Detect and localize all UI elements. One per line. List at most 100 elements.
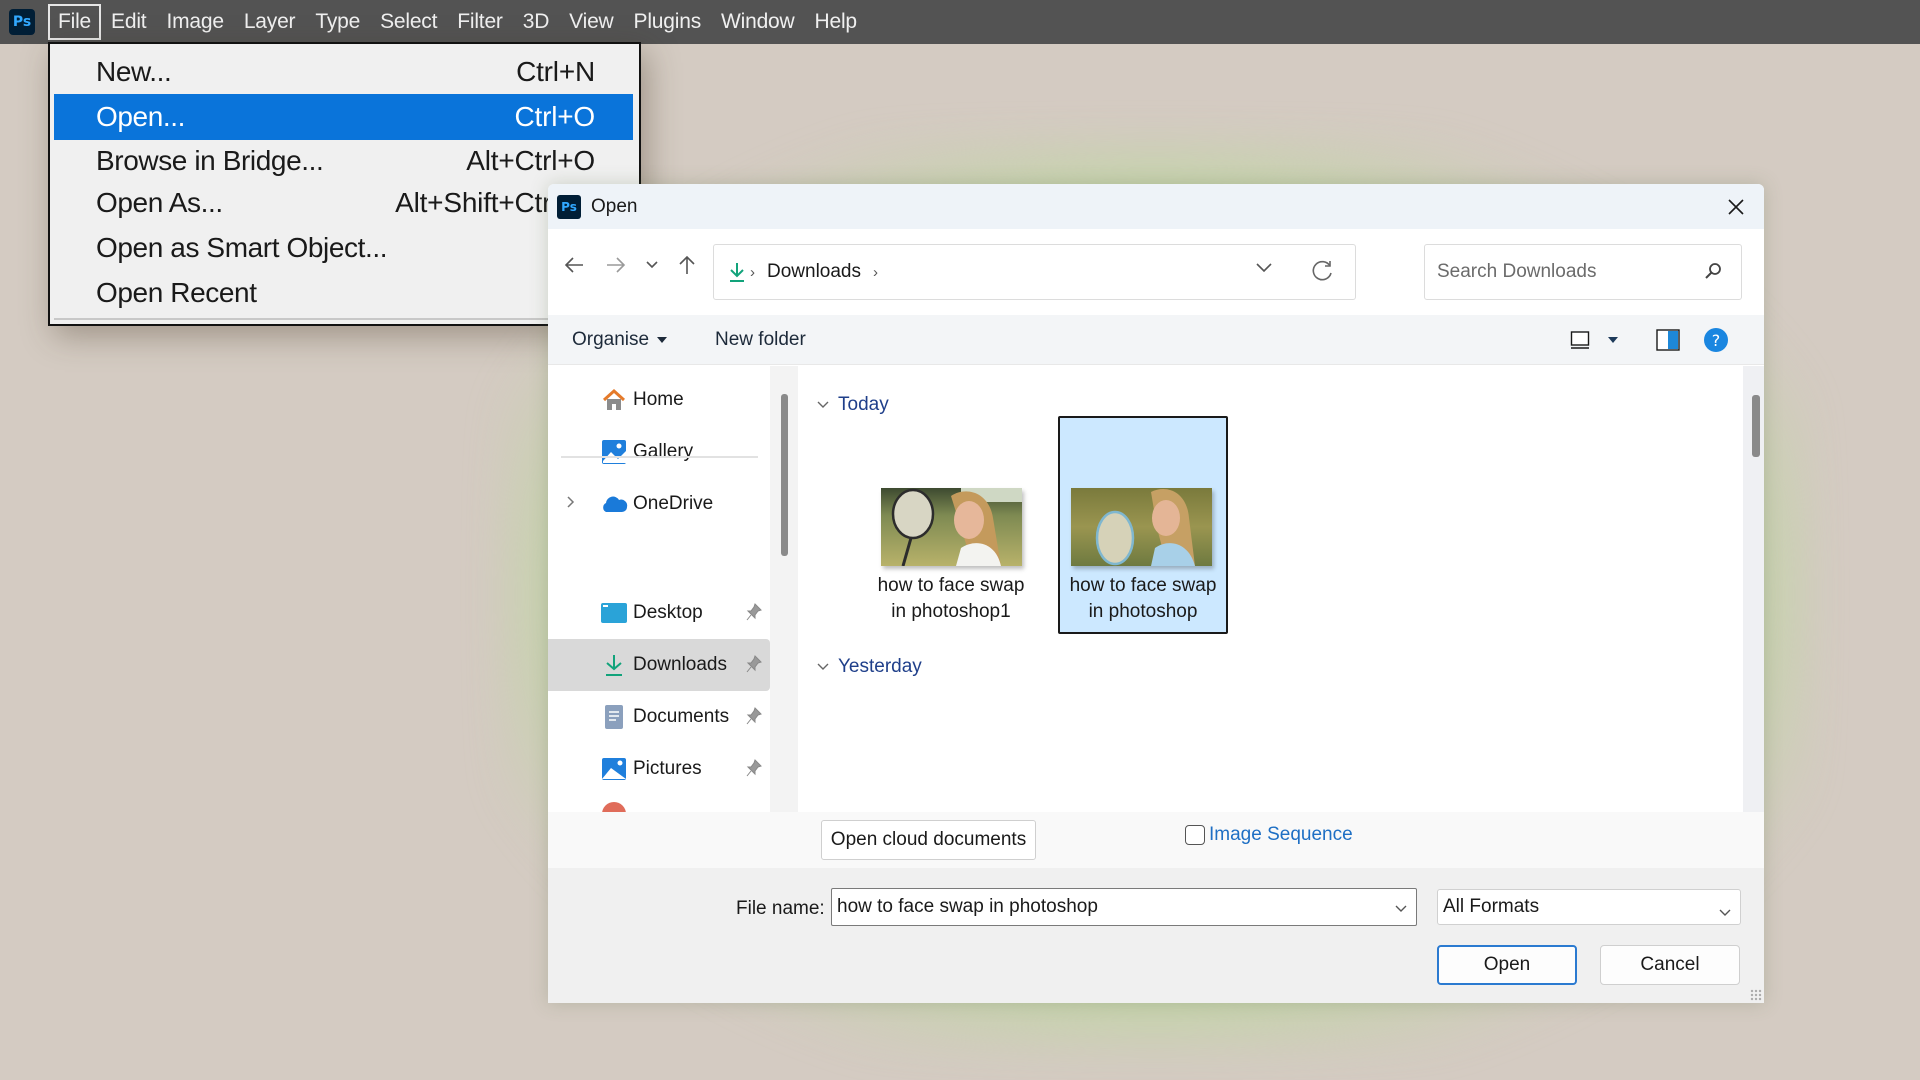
menu-item-open-recent[interactable]: Open Recent — [54, 271, 633, 315]
home-icon — [600, 386, 628, 414]
dialog-title: Open — [591, 195, 638, 217]
menu-window[interactable]: Window — [711, 4, 805, 40]
recent-locations-button[interactable] — [634, 247, 670, 283]
nav-item-onedrive[interactable]: OneDrive — [548, 478, 770, 530]
search-icon[interactable] — [1703, 261, 1723, 286]
file-name-line: in photoshop — [1088, 601, 1198, 622]
file-name-line: how to face swap — [877, 575, 1025, 596]
menu-edit[interactable]: Edit — [101, 4, 156, 40]
downloads-icon — [600, 651, 628, 679]
nav-pane-scroll-thumb[interactable] — [781, 394, 788, 556]
collapse-chevron-icon — [817, 401, 829, 408]
nav-item-desktop[interactable]: Desktop — [548, 587, 770, 639]
search-box[interactable] — [1424, 244, 1742, 300]
menu-item-label: Browse in Bridge... — [96, 145, 324, 176]
dialog-footer: File name: All Formats Open Cancel — [548, 868, 1764, 1003]
nav-item-downloads[interactable]: Downloads — [548, 639, 770, 691]
menu-view[interactable]: View — [559, 4, 623, 40]
menu-item-browse-in-bridge[interactable]: Browse in Bridge... Alt+Ctrl+O — [54, 139, 633, 183]
search-input[interactable] — [1437, 261, 1687, 283]
menu-item-label: Open As... — [96, 187, 223, 218]
file-thumbnail — [881, 488, 1022, 566]
view-icon — [1570, 331, 1590, 349]
svg-text:?: ? — [1712, 331, 1721, 350]
menu-item-label: Open... — [96, 101, 186, 132]
organise-button[interactable]: Organise — [572, 315, 668, 365]
open-button[interactable]: Open — [1437, 945, 1577, 985]
open-cloud-documents-button[interactable]: Open cloud documents — [821, 820, 1036, 860]
menu-item-new[interactable]: New... Ctrl+N — [54, 50, 633, 94]
nav-item-label: Gallery — [633, 441, 694, 462]
menu-file[interactable]: File — [48, 4, 102, 40]
file-name-dropdown[interactable] — [1394, 901, 1408, 919]
menu-filter[interactable]: Filter — [447, 4, 512, 40]
group-header-yesterday[interactable]: Yesterday — [816, 656, 922, 678]
photoshop-options-strip: Open cloud documents Image Sequence — [548, 812, 1764, 868]
file-type-dropdown[interactable] — [1718, 902, 1732, 924]
image-sequence-option[interactable]: Image Sequence — [1185, 824, 1353, 846]
pin-icon — [746, 603, 762, 627]
navigation-pane: Home Gallery OneDrive Desktop Downloads … — [548, 366, 770, 812]
menu-plugins[interactable]: Plugins — [624, 4, 711, 40]
menu-item-label: New... — [96, 56, 172, 87]
preview-pane-button[interactable] — [1656, 315, 1680, 365]
nav-item-documents[interactable]: Documents — [548, 691, 770, 743]
gallery-icon — [600, 438, 628, 466]
file-type-select[interactable]: All Formats — [1437, 889, 1741, 925]
menu-type[interactable]: Type — [305, 4, 370, 40]
chevron-down-icon — [1256, 263, 1272, 273]
nav-item-label: Documents — [633, 706, 730, 727]
breadcrumb-downloads[interactable]: Downloads — [767, 261, 861, 283]
group-header-today[interactable]: Today — [816, 394, 889, 416]
organise-label: Organise — [572, 329, 650, 350]
menu-item-open-as[interactable]: Open As... Alt+Shift+Ctrl+O — [54, 181, 633, 225]
chevron-down-icon — [1395, 905, 1407, 912]
new-folder-button[interactable]: New folder — [715, 315, 806, 365]
file-name-line: in photoshop1 — [891, 601, 1011, 622]
navigation-bar: › Downloads › — [548, 229, 1764, 315]
nav-item-pictures[interactable]: Pictures — [548, 743, 770, 795]
nav-item-label: Downloads — [633, 654, 727, 675]
caret-down-icon — [657, 337, 668, 343]
resize-grip-icon[interactable] — [1750, 989, 1762, 1001]
image-sequence-checkbox[interactable] — [1185, 825, 1205, 845]
pin-icon — [746, 655, 762, 679]
pin-icon — [746, 707, 762, 731]
menu-separator — [54, 318, 633, 320]
menu-item-open-as-smart-object[interactable]: Open as Smart Object... — [54, 226, 633, 270]
expand-chevron-icon[interactable] — [566, 493, 576, 515]
close-button[interactable] — [1716, 187, 1756, 227]
open-dialog: Ps Open › Downloads › Search Downloads O… — [548, 184, 1764, 1003]
refresh-button[interactable] — [1309, 258, 1335, 289]
help-button[interactable]: ? — [1703, 315, 1729, 365]
back-button[interactable] — [556, 247, 592, 283]
menu-layer[interactable]: Layer — [234, 4, 306, 40]
nav-item-home[interactable]: Home — [548, 374, 770, 426]
file-thumbnail — [1071, 488, 1212, 566]
image-sequence-label[interactable]: Image Sequence — [1209, 824, 1353, 846]
nav-item-label: Desktop — [633, 602, 703, 623]
file-item[interactable]: how to face swap in photoshop1 — [866, 416, 1036, 634]
file-item-selected[interactable]: how to face swap in photoshop — [1058, 416, 1228, 634]
nav-item-gallery[interactable]: Gallery — [548, 426, 770, 478]
menu-help[interactable]: Help — [805, 4, 867, 40]
address-bar[interactable]: › Downloads › — [713, 244, 1356, 300]
dialog-titlebar[interactable]: Ps Open — [548, 184, 1764, 229]
change-view-button[interactable] — [1570, 315, 1590, 365]
view-options-dropdown[interactable] — [1608, 315, 1618, 365]
file-name-line: how to face swap — [1069, 575, 1217, 596]
menu-image[interactable]: Image — [156, 4, 233, 40]
breadcrumb-separator-icon[interactable]: › — [873, 264, 878, 281]
file-name-combobox[interactable] — [831, 888, 1417, 926]
menu-3d[interactable]: 3D — [513, 4, 559, 40]
menu-item-open[interactable]: Open... Ctrl+O — [54, 94, 633, 140]
file-list-scroll-thumb[interactable] — [1752, 395, 1760, 457]
menu-select[interactable]: Select — [370, 4, 447, 40]
up-button[interactable] — [669, 247, 705, 283]
close-icon — [1728, 199, 1744, 215]
forward-button[interactable] — [598, 247, 634, 283]
address-history-dropdown[interactable] — [1255, 261, 1273, 279]
file-name-input[interactable] — [837, 896, 1377, 918]
chevron-down-icon — [646, 261, 658, 269]
cancel-button[interactable]: Cancel — [1600, 945, 1740, 985]
